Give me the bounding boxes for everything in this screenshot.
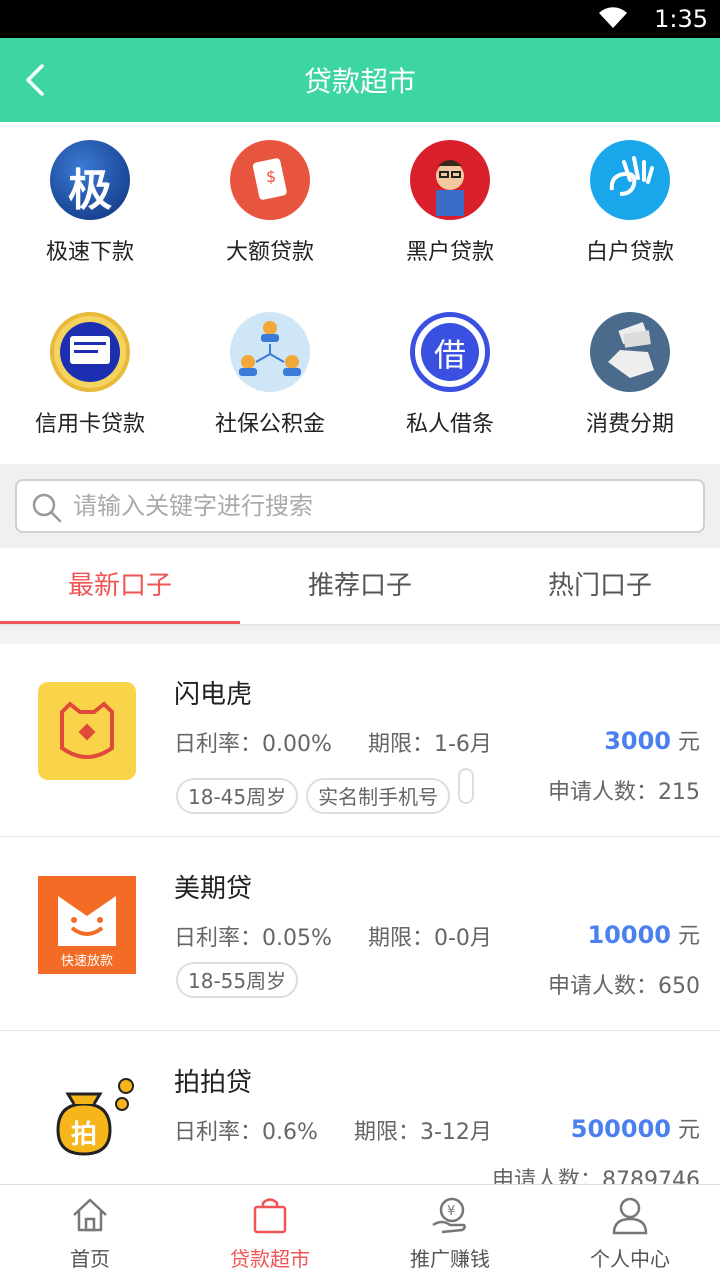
person-icon (612, 1197, 648, 1235)
svg-text:$: $ (266, 167, 276, 186)
category-blacklist-loan[interactable]: 黑户贷款 (360, 122, 540, 265)
wifi-icon (599, 7, 627, 29)
category-label: 白户贷款 (585, 240, 674, 265)
search-area (0, 464, 720, 548)
status-time: 1:35 (654, 5, 708, 33)
product-list: 闪电虎 日利率：0.00% 期限：1-6月 3000 元 18-45周岁 实名制手… (0, 644, 720, 1184)
category-grid: 极 极速下款 $ 大额贷款 黑户贷款 白户贷款 信用卡贷款 社保公积金 借 私人… (0, 122, 720, 464)
jie-icon: 借 (410, 312, 490, 392)
nav-label: 推广赚钱 (410, 1247, 490, 1271)
ji-icon: 极 (50, 140, 130, 220)
header: 贷款超市 (0, 38, 720, 122)
product-applicants: 申请人数：650 (548, 974, 700, 999)
category-label: 极速下款 (45, 240, 134, 265)
product-tags: 18-55周岁 (176, 962, 306, 1002)
blacklist-icon (410, 140, 490, 220)
list-item[interactable]: 闪电虎 日利率：0.00% 期限：1-6月 3000 元 18-45周岁 实名制手… (0, 644, 720, 837)
product-tag: 18-55周岁 (176, 962, 299, 998)
bottom-nav: 首页 贷款超市 ¥ 推广赚钱 个人中心 (0, 1184, 720, 1280)
category-large-loan[interactable]: $ 大额贷款 (180, 122, 360, 265)
category-social-security[interactable]: 社保公积金 (180, 294, 360, 437)
product-term: 期限：3-12月 (354, 1120, 492, 1145)
nav-label: 贷款超市 (230, 1247, 310, 1271)
category-whitelist-loan[interactable]: 白户贷款 (540, 122, 720, 265)
list-item[interactable]: 拍 拍拍贷 日利率：0.6% 期限：3-12月 500000 元 申请人数：87… (0, 1032, 720, 1184)
product-rate: 日利率：0.00% (174, 732, 332, 757)
product-tag: 实名制手机号 (306, 778, 451, 814)
product-logo: 拍 (38, 1070, 136, 1168)
money-share-icon: ¥ (432, 1197, 466, 1234)
search-icon (32, 493, 62, 523)
product-name: 美期贷 (174, 874, 253, 904)
status-bar: 1:35 (0, 0, 720, 38)
category-label: 大额贷款 (225, 240, 314, 265)
tab-bar: 最新口子 推荐口子 热门口子 (0, 548, 720, 626)
product-amount: 500000 元 (570, 1115, 700, 1143)
product-name: 拍拍贷 (174, 1068, 253, 1098)
category-label: 黑户贷款 (405, 240, 494, 265)
cash-hand-icon (590, 312, 670, 392)
home-icon (73, 1198, 107, 1232)
category-label: 社保公积金 (214, 412, 325, 437)
nav-loan-market[interactable]: 贷款超市 (180, 1185, 360, 1280)
logo-text: 拍 (70, 1120, 97, 1150)
category-label: 私人借条 (405, 412, 494, 437)
nav-label: 首页 (70, 1247, 110, 1271)
product-rate: 日利率：0.6% (174, 1120, 318, 1145)
page-title: 贷款超市 (303, 65, 416, 98)
product-logo (38, 682, 136, 780)
list-item[interactable]: 快速放款 美期贷 日利率：0.05% 期限：0-0月 10000 元 18-55… (0, 838, 720, 1031)
category-credit-card-loan[interactable]: 信用卡贷款 (0, 294, 180, 437)
credit-card-icon (50, 312, 130, 392)
product-name: 闪电虎 (174, 680, 253, 710)
category-installment[interactable]: 消费分期 (540, 294, 720, 437)
product-amount: 3000 元 (604, 727, 700, 755)
nav-promote[interactable]: ¥ 推广赚钱 (360, 1185, 540, 1280)
svg-text:¥: ¥ (447, 1204, 455, 1219)
shopping-bag-icon (253, 1198, 287, 1234)
product-applicants: 申请人数：215 (548, 780, 700, 805)
tab-hot[interactable]: 热门口子 (480, 548, 720, 624)
product-amount: 10000 元 (587, 921, 700, 949)
product-tag: 18-45周岁 (176, 778, 299, 814)
product-rate: 日利率：0.05% (174, 926, 332, 951)
tab-recommended[interactable]: 推荐口子 (240, 548, 480, 624)
product-tags: 18-45周岁 实名制手机号 (176, 768, 482, 814)
search-box[interactable] (15, 479, 705, 533)
nav-home[interactable]: 首页 (0, 1185, 180, 1280)
nav-profile[interactable]: 个人中心 (540, 1185, 720, 1280)
category-private-iou[interactable]: 借 私人借条 (360, 294, 540, 437)
nav-label: 个人中心 (590, 1247, 670, 1271)
category-label: 消费分期 (585, 412, 674, 437)
product-term: 期限：1-6月 (368, 732, 492, 757)
product-term: 期限：0-0月 (368, 926, 492, 951)
social-security-icon (230, 312, 310, 392)
money-bag-icon: $ (230, 140, 310, 220)
search-input[interactable] (73, 489, 673, 523)
category-fast-loan[interactable]: 极 极速下款 (0, 122, 180, 265)
product-applicants: 申请人数：8789746 (492, 1168, 700, 1184)
logo-text: 快速放款 (60, 954, 113, 969)
tab-latest[interactable]: 最新口子 (0, 548, 240, 624)
hand-icon (590, 140, 670, 220)
product-tag (458, 768, 475, 804)
product-logo: 快速放款 (38, 876, 136, 974)
category-label: 信用卡贷款 (34, 412, 145, 437)
